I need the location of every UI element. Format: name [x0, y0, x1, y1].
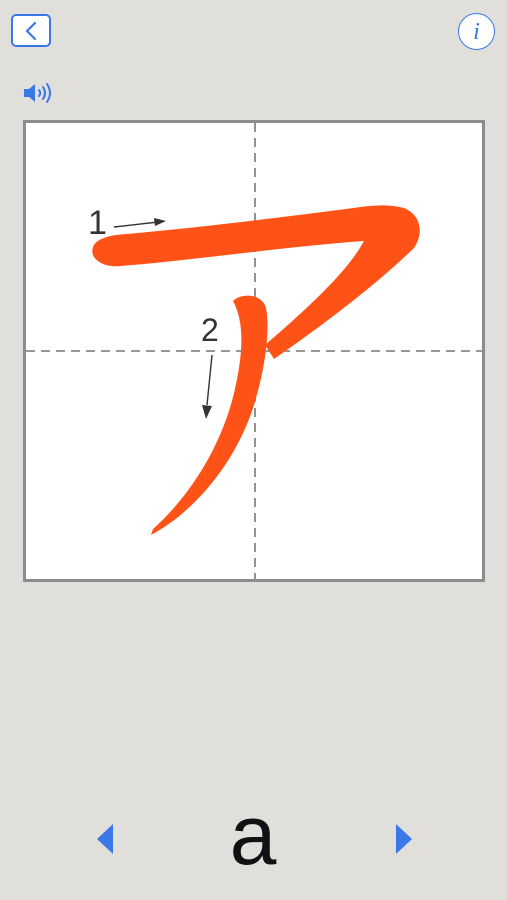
stroke-1-arrowhead — [154, 218, 166, 226]
stroke-number-1: 1 — [88, 204, 107, 242]
chevron-left-icon — [25, 21, 37, 40]
next-character-button[interactable] — [394, 822, 416, 856]
stroke-2-arrow-line — [206, 354, 213, 406]
back-button[interactable] — [11, 14, 51, 47]
triangle-right-icon — [396, 824, 412, 854]
stroke-1-arrow-line — [113, 221, 159, 228]
info-button[interactable]: i — [458, 13, 495, 50]
triangle-left-icon — [97, 824, 113, 854]
romaji-label: a — [229, 788, 277, 882]
info-icon: i — [473, 18, 480, 45]
stroke-2-arrowhead — [202, 405, 212, 419]
previous-character-button[interactable] — [93, 822, 115, 856]
stroke-order-panel: 1 2 — [23, 120, 485, 582]
speaker-icon — [24, 83, 51, 103]
stroke-number-2: 2 — [201, 312, 219, 348]
katakana-a-diagram: 1 2 — [26, 123, 482, 579]
play-sound-button[interactable] — [22, 80, 54, 106]
